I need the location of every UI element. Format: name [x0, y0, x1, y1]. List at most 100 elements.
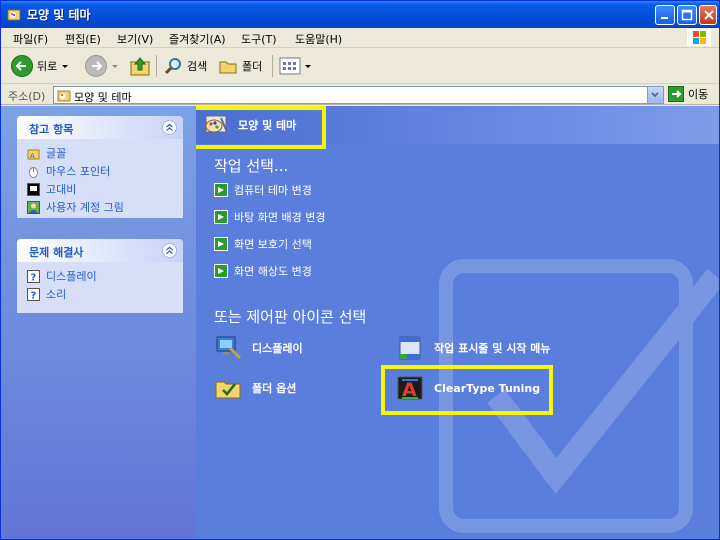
see-also-high-contrast-link[interactable]: 고대비	[27, 180, 173, 198]
maximize-button[interactable]	[677, 5, 697, 25]
minimize-button[interactable]	[655, 5, 675, 25]
back-arrow-icon	[11, 55, 33, 77]
forward-button[interactable]	[85, 54, 119, 78]
see-also-panel: 참고 항목 A 글꼴 마우스 포인터 고대비 사용자 계정 그림	[17, 116, 183, 218]
task-pane: 참고 항목 A 글꼴 마우스 포인터 고대비 사용자 계정 그림 문제 해결사 …	[1, 106, 196, 539]
pick-task-heading: 작업 선택...	[214, 157, 289, 175]
up-folder-icon	[130, 57, 150, 76]
menu-help[interactable]: 도움말(H)	[295, 31, 342, 47]
menu-edit[interactable]: 편집(E)	[65, 31, 101, 47]
task-label: 바탕 화면 배경 변경	[234, 211, 326, 224]
cpl-label: 작업 표시줄 및 시작 메뉴	[434, 342, 551, 355]
chevron-down-icon	[112, 65, 118, 68]
main-pane: 모양 및 테마 작업 선택... 컴퓨터 테마 변경 바탕 화면 배경 변경 화…	[196, 106, 719, 539]
back-button[interactable]: 뒤로	[11, 54, 69, 78]
window-title: 모양 및 테마	[27, 8, 91, 22]
troubleshooter-title: 문제 해결사	[29, 246, 84, 259]
toolbar-separator	[272, 55, 273, 77]
see-also-header[interactable]: 참고 항목	[17, 116, 183, 139]
address-field[interactable]: 모양 및 테마	[53, 86, 664, 104]
address-bar: 주소(D) 모양 및 테마 이동	[1, 85, 719, 105]
address-label: 주소(D)	[8, 90, 46, 103]
appearance-folder-icon	[7, 9, 21, 21]
task-link-change-theme[interactable]: 컴퓨터 테마 변경	[214, 182, 312, 198]
close-button[interactable]	[699, 5, 717, 25]
mouse-icon	[29, 166, 38, 178]
task-arrow-icon	[214, 210, 228, 224]
see-also-mouse-pointer-link[interactable]: 마우스 포인터	[27, 162, 173, 180]
views-grid-icon	[279, 57, 301, 75]
maximize-icon	[681, 9, 693, 21]
menu-bar: 파일(F) 편집(E) 보기(V) 즐겨찾기(A) 도구(T) 도움말(H)	[1, 28, 719, 48]
forward-arrow-icon	[85, 55, 107, 77]
taskbar-icon	[399, 336, 421, 360]
cpl-label: 폴더 옵션	[252, 382, 297, 395]
cpl-display[interactable]: 디스플레이	[214, 334, 303, 362]
address-value: 모양 및 테마	[74, 91, 132, 104]
svg-text:?: ?	[31, 290, 37, 301]
see-also-label: 글꼴	[46, 147, 67, 160]
chevron-down-icon	[305, 65, 311, 68]
troubleshooter-sound-link[interactable]: ? 소리	[27, 285, 173, 303]
go-arrow-icon	[668, 86, 684, 102]
toolbar-separator	[156, 55, 157, 77]
see-also-label: 고대비	[46, 183, 77, 196]
task-label: 컴퓨터 테마 변경	[234, 184, 312, 197]
troubleshooter-display-link[interactable]: ? 디스플레이	[27, 267, 173, 285]
folder-options-icon	[215, 381, 241, 399]
menu-file[interactable]: 파일(F)	[13, 31, 48, 47]
high-contrast-icon	[27, 182, 40, 196]
see-also-fonts-link[interactable]: A 글꼴	[27, 144, 173, 162]
task-label: 화면 해상도 변경	[234, 265, 312, 278]
minimize-icon	[661, 17, 668, 19]
title-bar[interactable]: 모양 및 테마	[1, 1, 719, 28]
task-arrow-icon	[214, 237, 228, 251]
windows-logo-icon	[687, 29, 711, 46]
collapse-chevron-icon[interactable]	[162, 120, 177, 135]
svg-text:?: ?	[31, 272, 37, 283]
go-label: 이동	[688, 88, 709, 101]
see-also-user-picture-link[interactable]: 사용자 계정 그림	[27, 198, 173, 216]
task-arrow-icon	[214, 183, 228, 197]
menu-view[interactable]: 보기(V)	[117, 31, 153, 47]
task-link-screensaver[interactable]: 화면 보호기 선택	[214, 236, 312, 252]
display-icon	[216, 336, 242, 360]
search-label: 검색	[187, 60, 208, 73]
see-also-title: 참고 항목	[29, 123, 74, 136]
pick-icon-heading: 또는 제어판 아이콘 선택	[214, 308, 367, 326]
highlight-box	[381, 365, 553, 415]
views-button[interactable]	[279, 54, 311, 78]
highlight-box	[196, 106, 326, 149]
close-icon	[704, 10, 714, 20]
task-arrow-icon	[214, 264, 228, 278]
task-link-change-background[interactable]: 바탕 화면 배경 변경	[214, 209, 325, 225]
cpl-folder-options[interactable]: 폴더 옵션	[214, 374, 296, 402]
cpl-label: 디스플레이	[252, 342, 303, 355]
fonts-folder-icon: A	[27, 149, 40, 160]
folders-label: 폴더	[242, 60, 263, 73]
see-also-label: 마우스 포인터	[46, 165, 111, 178]
address-dropdown-button[interactable]	[647, 87, 663, 103]
go-button[interactable]: 이동	[668, 86, 708, 102]
folders-button[interactable]: 폴더	[218, 54, 262, 78]
troubleshooter-label: 소리	[46, 288, 67, 301]
task-link-screen-resolution[interactable]: 화면 해상도 변경	[214, 263, 312, 279]
task-label: 화면 보호기 선택	[234, 238, 312, 251]
help-question-icon: ?	[27, 269, 40, 283]
see-also-label: 사용자 계정 그림	[46, 201, 124, 214]
troubleshooter-panel: 문제 해결사 ? 디스플레이 ? 소리	[17, 239, 183, 313]
collapse-chevron-icon[interactable]	[162, 243, 177, 258]
menu-tools[interactable]: 도구(T)	[241, 31, 277, 47]
help-question-icon: ?	[27, 287, 40, 301]
up-folder-button[interactable]	[129, 54, 151, 78]
troubleshooter-header[interactable]: 문제 해결사	[17, 239, 183, 262]
cpl-taskbar-start-menu[interactable]: 작업 표시줄 및 시작 메뉴	[396, 334, 551, 362]
appearance-folder-icon	[57, 90, 71, 102]
back-label: 뒤로	[37, 60, 58, 73]
chevron-down-icon	[651, 92, 659, 98]
menu-favorites[interactable]: 즐겨찾기(A)	[169, 31, 226, 47]
toolbar: 뒤로 검색 폴더	[1, 49, 719, 84]
explorer-window: 모양 및 테마 파일(F) 편집(E) 보기(V) 즐겨찾기(A) 도구(T) …	[0, 0, 720, 540]
search-button[interactable]: 검색	[163, 54, 207, 78]
troubleshooter-label: 디스플레이	[46, 270, 97, 283]
